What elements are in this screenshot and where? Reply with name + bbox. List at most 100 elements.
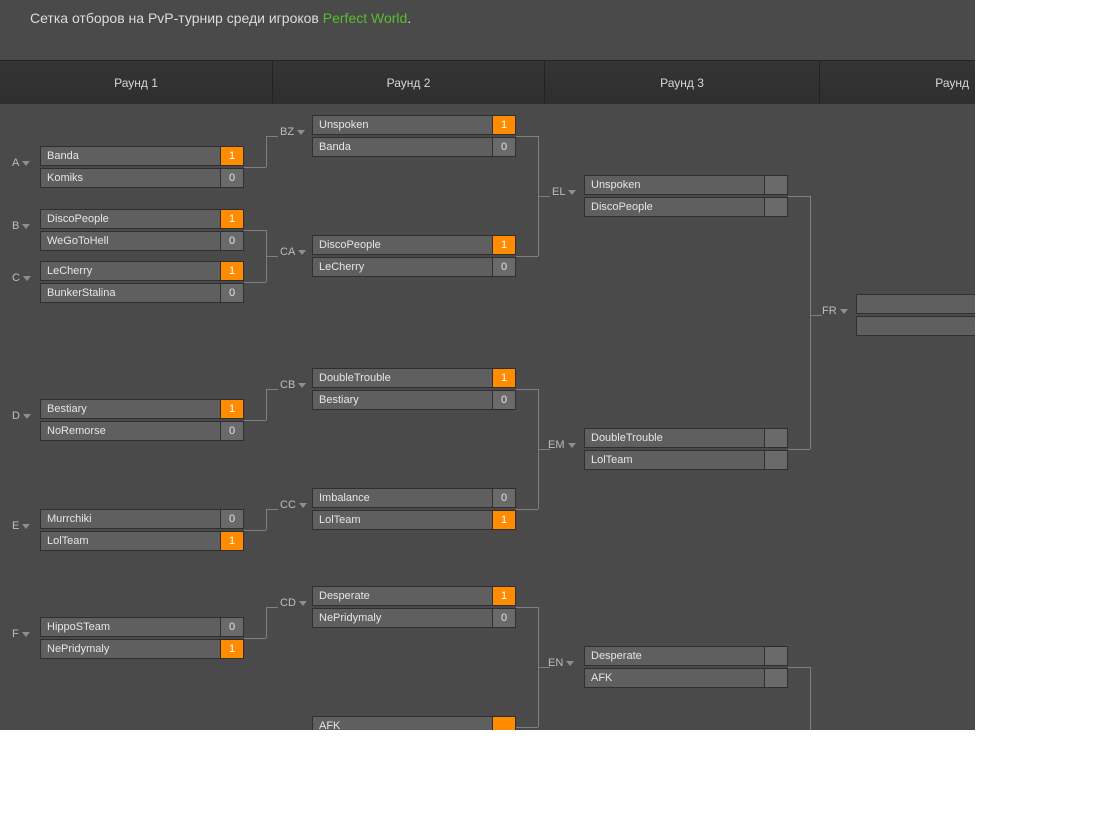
match-F[interactable]: HippoSTeam0 NePridymaly1 xyxy=(40,617,244,659)
team-score: 1 xyxy=(492,510,516,530)
match-CC[interactable]: Imbalance0 LolTeam1 xyxy=(312,488,516,530)
team-score: 0 xyxy=(492,488,516,508)
team-row xyxy=(856,294,975,314)
match-CE[interactable]: AFK xyxy=(312,716,516,730)
title-highlight: Perfect World xyxy=(323,10,408,26)
chevron-down-icon xyxy=(23,276,31,281)
team-row: Unspoken xyxy=(584,175,788,195)
round-3-header: Раунд 3 xyxy=(544,61,819,104)
team-score: 1 xyxy=(220,399,244,419)
team-name: Komiks xyxy=(40,168,220,188)
match-EL[interactable]: Unspoken DiscoPeople xyxy=(584,175,788,217)
team-name: Bestiary xyxy=(40,399,220,419)
match-EN[interactable]: Desperate AFK xyxy=(584,646,788,688)
team-row: Bestiary1 xyxy=(40,399,244,419)
chevron-down-icon xyxy=(22,224,30,229)
team-row: LeCherry1 xyxy=(40,261,244,281)
team-score xyxy=(764,428,788,448)
team-score: 1 xyxy=(492,115,516,135)
team-score: 0 xyxy=(220,421,244,441)
match-label-D[interactable]: D xyxy=(12,410,31,422)
team-score: 0 xyxy=(220,231,244,251)
team-row: DoubleTrouble xyxy=(584,428,788,448)
team-name: AFK xyxy=(584,668,764,688)
team-row: Desperate xyxy=(584,646,788,666)
match-label-CC[interactable]: CC xyxy=(280,499,307,511)
team-row: Murrchiki0 xyxy=(40,509,244,529)
team-name xyxy=(856,294,975,314)
team-row: Unspoken1 xyxy=(312,115,516,135)
match-label-CA[interactable]: CA xyxy=(280,246,306,258)
team-score xyxy=(764,646,788,666)
team-score: 0 xyxy=(492,608,516,628)
team-name: DiscoPeople xyxy=(312,235,492,255)
chevron-down-icon xyxy=(299,601,307,606)
team-name: BunkerStalina xyxy=(40,283,220,303)
match-CA[interactable]: DiscoPeople1 LeCherry0 xyxy=(312,235,516,277)
team-row: Bestiary0 xyxy=(312,390,516,410)
match-label-C[interactable]: C xyxy=(12,272,31,284)
match-A[interactable]: Banda1 Komiks0 xyxy=(40,146,244,188)
team-name: NePridymaly xyxy=(40,639,220,659)
match-label-A[interactable]: A xyxy=(12,157,30,169)
team-name: LeCherry xyxy=(312,257,492,277)
team-name: Unspoken xyxy=(584,175,764,195)
match-B[interactable]: DiscoPeople1 WeGoToHell0 xyxy=(40,209,244,251)
match-CB[interactable]: DoubleTrouble1 Bestiary0 xyxy=(312,368,516,410)
match-EM[interactable]: DoubleTrouble LolTeam xyxy=(584,428,788,470)
chevron-down-icon xyxy=(566,661,574,666)
team-score: 0 xyxy=(492,390,516,410)
team-name: Desperate xyxy=(312,586,492,606)
team-row: NePridymaly1 xyxy=(40,639,244,659)
team-name: Unspoken xyxy=(312,115,492,135)
match-label-CB[interactable]: CB xyxy=(280,379,306,391)
team-row: DiscoPeople xyxy=(584,197,788,217)
title-text: Сетка отборов на PvP-турнир среди игроко… xyxy=(30,10,323,26)
team-row: Banda1 xyxy=(40,146,244,166)
team-row: WeGoToHell0 xyxy=(40,231,244,251)
team-row: NePridymaly0 xyxy=(312,608,516,628)
team-score: 1 xyxy=(220,261,244,281)
match-C[interactable]: LeCherry1 BunkerStalina0 xyxy=(40,261,244,303)
team-score: 0 xyxy=(220,509,244,529)
team-name: NePridymaly xyxy=(312,608,492,628)
chevron-down-icon xyxy=(297,130,305,135)
match-E[interactable]: Murrchiki0 LolTeam1 xyxy=(40,509,244,551)
match-label-BZ[interactable]: BZ xyxy=(280,126,305,138)
match-label-F[interactable]: F xyxy=(12,628,30,640)
match-CD[interactable]: Desperate1 NePridymaly0 xyxy=(312,586,516,628)
team-name: Desperate xyxy=(584,646,764,666)
match-label-B[interactable]: B xyxy=(12,220,30,232)
round-4-header: Раунд xyxy=(819,61,975,104)
team-row: Komiks0 xyxy=(40,168,244,188)
round-2-header: Раунд 2 xyxy=(272,61,544,104)
team-score: 0 xyxy=(220,168,244,188)
team-score: 1 xyxy=(220,146,244,166)
team-row: Banda0 xyxy=(312,137,516,157)
team-row: LolTeam xyxy=(584,450,788,470)
match-label-E[interactable]: E xyxy=(12,520,30,532)
team-score xyxy=(764,175,788,195)
match-label-EM[interactable]: EM xyxy=(548,439,576,451)
title-suffix: . xyxy=(407,10,411,26)
team-row: Imbalance0 xyxy=(312,488,516,508)
team-score: 1 xyxy=(492,235,516,255)
match-FR[interactable] xyxy=(856,294,975,336)
team-name: AFK xyxy=(312,716,492,730)
team-score: 1 xyxy=(492,368,516,388)
team-score: 1 xyxy=(220,209,244,229)
team-row: BunkerStalina0 xyxy=(40,283,244,303)
match-D[interactable]: Bestiary1 NoRemorse0 xyxy=(40,399,244,441)
team-score: 0 xyxy=(492,257,516,277)
team-name: DoubleTrouble xyxy=(312,368,492,388)
team-row: HippoSTeam0 xyxy=(40,617,244,637)
match-label-CD[interactable]: CD xyxy=(280,597,307,609)
chevron-down-icon xyxy=(22,524,30,529)
chevron-down-icon xyxy=(840,309,848,314)
match-BZ[interactable]: Unspoken1 Banda0 xyxy=(312,115,516,157)
match-label-FR[interactable]: FR xyxy=(822,305,848,317)
match-label-EN[interactable]: EN xyxy=(548,657,574,669)
round-1-header: Раунд 1 xyxy=(0,61,272,104)
match-label-EL[interactable]: EL xyxy=(552,186,576,198)
team-row: DoubleTrouble1 xyxy=(312,368,516,388)
